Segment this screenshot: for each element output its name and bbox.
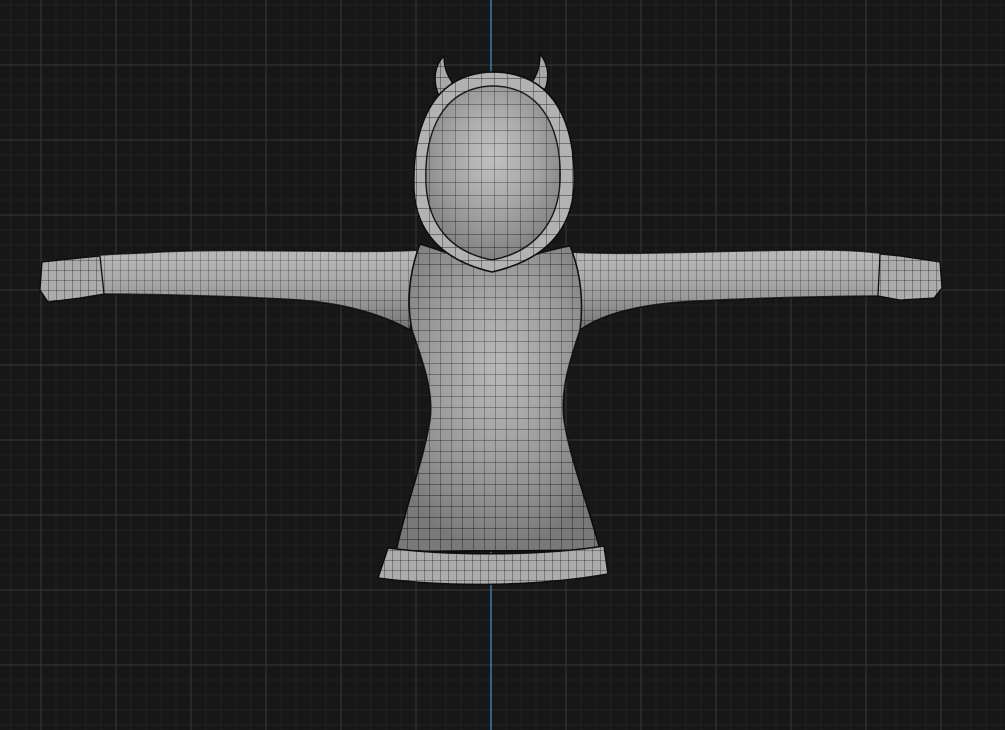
3d-viewport[interactable] — [0, 0, 1005, 730]
torso-shading — [396, 244, 600, 552]
right-cuff[interactable] — [877, 253, 943, 301]
hood-shading — [425, 86, 561, 260]
hoodie-mesh-model[interactable] — [39, 51, 943, 586]
viewport-canvas[interactable] — [0, 0, 1005, 730]
left-cuff[interactable] — [39, 255, 105, 303]
